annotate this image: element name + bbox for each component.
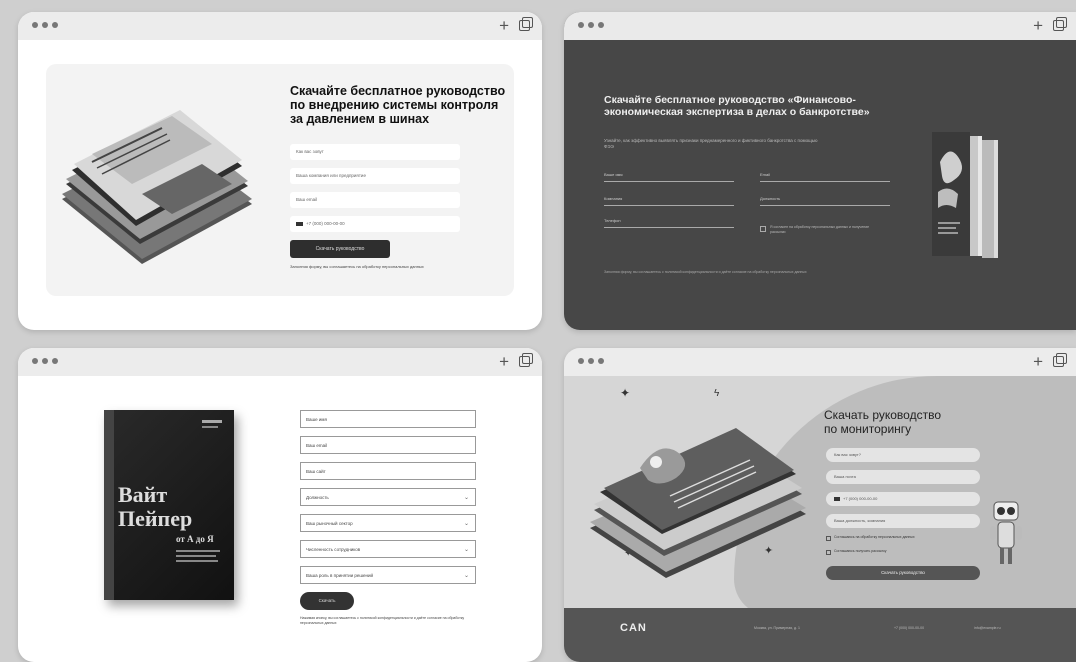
copy-icon[interactable]: [519, 353, 533, 367]
landing-panel: Скачайте бесплатное руководство по внедр…: [46, 64, 514, 296]
role-select[interactable]: Ваша роль в принятии решений ⌄: [300, 566, 476, 584]
phone-field[interactable]: +7 (000) 000-00-00: [826, 492, 980, 506]
footer-address: Москва, ул. Примерная, д. 1: [754, 626, 800, 630]
consent-note: Заполняя форму, вы соглашаетесь на обраб…: [290, 264, 424, 269]
window-titlebar: +: [18, 12, 542, 40]
name-field[interactable]: Как вас зовут?: [826, 448, 980, 462]
footer-email[interactable]: info@example.ru: [974, 626, 1001, 630]
email-field[interactable]: Ваш email: [290, 192, 460, 208]
sparkle-icon: ✦: [620, 386, 631, 400]
role-select-label: Ваша роль в принятии решений: [306, 573, 373, 578]
download-button[interactable]: Скачать руководство: [290, 240, 390, 258]
newsletter-checkbox[interactable]: [826, 550, 831, 555]
sector-select-label: Ваш рыночный сектор: [306, 521, 353, 526]
window-whitepaper-guide: + Вайт Пейпер от А до Я Ваше имя Ваш ema…: [18, 348, 542, 662]
window-titlebar: +: [564, 12, 1076, 40]
name-field[interactable]: Ваше имя: [300, 410, 476, 428]
robot-mascot: [990, 501, 1022, 564]
email-field[interactable]: Ваш email: [300, 436, 476, 454]
chevron-down-icon: ⌄: [463, 547, 469, 553]
book-title-line2: Пейпер: [118, 506, 193, 531]
employees-select[interactable]: Численность сотрудников ⌄: [300, 540, 476, 558]
copy-icon[interactable]: [519, 17, 533, 31]
phone-field[interactable]: Телефон: [604, 218, 734, 228]
name-field[interactable]: Как вас зовут: [290, 144, 460, 160]
email-field[interactable]: Email: [760, 172, 890, 182]
window-monitoring-guide: + ✦ ϟ ✦ ✦ Скачать руководство по монитор…: [564, 348, 1076, 662]
website-field[interactable]: Ваш сайт: [300, 462, 476, 480]
add-icon[interactable]: +: [1033, 17, 1043, 34]
window-titlebar: +: [564, 348, 1076, 376]
page-title: Скачайте бесплатное руководство по внедр…: [290, 84, 506, 126]
newsletter-label: Соглашаюсь получать рассылку: [834, 549, 887, 553]
chevron-down-icon: ⌄: [463, 573, 469, 579]
footer-phone[interactable]: +7 (000) 000-00-00: [894, 626, 924, 630]
book-subtitle: от А до Я: [176, 534, 214, 544]
window-bankruptcy-guide: + Скачайте бесплатное руководство «Финан…: [564, 12, 1076, 330]
book-stack-illustration: [62, 110, 252, 264]
book-title-line1: Вайт: [118, 482, 168, 507]
site-logo[interactable]: CAN: [620, 622, 647, 634]
consent-note: Нажимая кнопку, вы соглашаетесь с полити…: [300, 616, 465, 625]
email-field[interactable]: Ваша почта: [826, 470, 980, 484]
page-subtitle: Узнайте, как эффективно выявлять признак…: [604, 138, 818, 149]
chevron-down-icon: ⌄: [463, 521, 469, 527]
add-icon[interactable]: +: [1033, 353, 1043, 370]
window-titlebar: +: [18, 348, 542, 376]
add-icon[interactable]: +: [499, 353, 509, 370]
copy-icon[interactable]: [1053, 353, 1067, 367]
window-tire-pressure-guide: + Скачайте бесплатное руководство по вне…: [18, 12, 542, 330]
phone-placeholder: +7 (000) 000-00-00: [843, 496, 878, 501]
flag-icon[interactable]: [296, 221, 303, 226]
site-footer: CAN Москва, ул. Примерная, д. 1 +7 (000)…: [564, 608, 1076, 662]
window-controls[interactable]: [32, 22, 58, 28]
chevron-down-icon: ⌄: [463, 495, 469, 501]
title-line2: по мониторингу: [824, 422, 912, 436]
footer-note: Заполняя форму, вы соглашаетесь с полити…: [604, 270, 807, 274]
lightning-icon: ϟ: [714, 388, 720, 399]
book-stack-illustration: [590, 428, 806, 578]
consent-checkbox[interactable]: [826, 536, 831, 541]
window-controls[interactable]: [578, 358, 604, 364]
position-select-label: Должность: [306, 495, 329, 500]
consent-label: Я согласен на обработку персональных дан…: [770, 225, 870, 234]
company-field[interactable]: Ваша должность, компания: [826, 514, 980, 528]
page-title: Скачать руководство по мониторингу: [824, 408, 1024, 436]
book-stack-illustration: [932, 132, 998, 258]
position-select[interactable]: Должность ⌄: [300, 488, 476, 506]
consent-checkbox[interactable]: [760, 226, 766, 232]
copy-icon[interactable]: [1053, 17, 1067, 31]
page-title: Скачайте бесплатное руководство «Финансо…: [604, 94, 870, 118]
window-controls[interactable]: [32, 358, 58, 364]
position-field[interactable]: Должность: [760, 196, 890, 206]
sector-select[interactable]: Ваш рыночный сектор ⌄: [300, 514, 476, 532]
consent-label: Соглашаюсь на обработку персональных дан…: [834, 535, 915, 539]
company-field[interactable]: Ваша компания или предприятие: [290, 168, 460, 184]
title-line1: Скачать руководство: [824, 408, 941, 422]
book-cover: Вайт Пейпер от А до Я: [104, 410, 234, 600]
flag-icon[interactable]: [834, 496, 840, 501]
phone-placeholder: +7 (000) 000-00-00: [306, 221, 345, 226]
download-button[interactable]: Скачать руководство: [826, 566, 980, 580]
window-controls[interactable]: [578, 22, 604, 28]
company-field[interactable]: Компания: [604, 196, 734, 206]
employees-select-label: Численность сотрудников: [306, 547, 361, 552]
add-icon[interactable]: +: [499, 17, 509, 34]
phone-field[interactable]: +7 (000) 000-00-00: [290, 216, 460, 232]
name-field[interactable]: Ваше имя: [604, 172, 734, 182]
download-button[interactable]: Скачать: [300, 592, 354, 610]
